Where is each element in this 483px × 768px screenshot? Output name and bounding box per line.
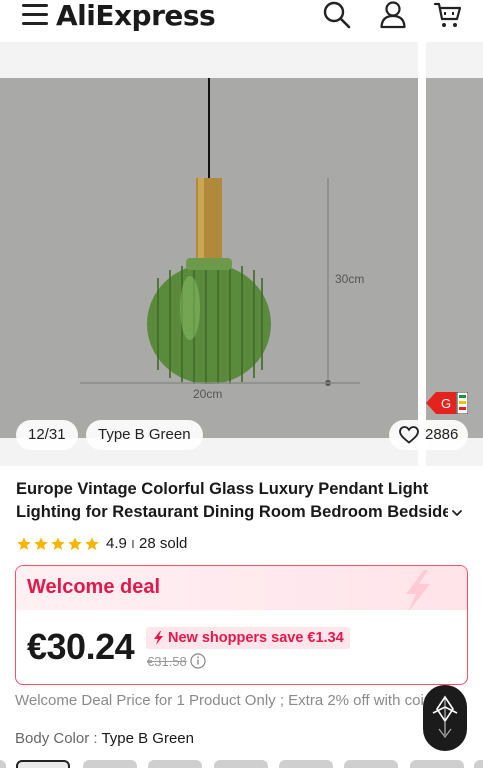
star-icon (68, 536, 82, 550)
gallery-divider (418, 42, 426, 466)
aliexpress-logo[interactable]: AliExpress (56, 0, 216, 32)
body-color-row: Body Color : Type B Green (15, 730, 194, 747)
color-swatch-row (0, 760, 483, 768)
cart-icon[interactable] (433, 0, 463, 30)
product-title-line2: Lighting for Restaurant Dining Room Bedr… (16, 503, 448, 521)
lightning-icon (154, 631, 163, 645)
color-swatch[interactable] (474, 760, 483, 768)
menu-icon[interactable] (22, 4, 48, 26)
dimension-height-label: 30cm (335, 272, 364, 286)
rating-row[interactable]: 4.9 ı 28 sold (16, 535, 187, 552)
welcome-deal-title: Welcome deal (27, 576, 161, 598)
new-shopper-badge: New shoppers save €1.34 (146, 627, 350, 649)
gallery-top-strip (0, 42, 483, 78)
product-title[interactable]: Europe Vintage Colorful Glass Luxury Pen… (16, 478, 468, 524)
assistant-logo-icon (432, 695, 458, 738)
chevron-down-icon[interactable] (450, 506, 464, 520)
info-icon[interactable] (190, 653, 206, 669)
logo-text: AliExpress (56, 0, 216, 32)
color-swatch[interactable] (279, 760, 333, 768)
color-swatch[interactable] (410, 760, 464, 768)
color-swatch[interactable] (83, 760, 137, 768)
star-icon (51, 536, 65, 550)
body-color-label: Body Color : (15, 730, 102, 747)
new-shopper-save-text: New shoppers save €1.34 (168, 630, 344, 646)
product-title-line1: Europe Vintage Colorful Glass Luxury Pen… (16, 480, 429, 498)
search-icon[interactable] (322, 0, 352, 30)
star-icon (34, 536, 48, 550)
welcome-deal-header: Welcome deal (16, 566, 467, 612)
top-header: AliExpress (0, 0, 483, 42)
color-swatch[interactable] (344, 760, 398, 768)
variant-pill-text: Type B Green (98, 426, 191, 443)
product-image[interactable]: 30cm 20cm (0, 78, 418, 438)
original-price: €31.58 (147, 654, 187, 669)
star-rating (16, 536, 100, 552)
product-page: AliExpress 30cm 20cm 12/31 Type B Green … (0, 0, 483, 768)
rating-separator: ı (130, 535, 136, 552)
welcome-deal-box[interactable]: Welcome deal €30.24 New shoppers save €1… (15, 565, 468, 685)
dimension-width-label: 20cm (193, 387, 222, 401)
color-swatch[interactable] (148, 760, 202, 768)
sold-count: 28 sold (139, 535, 188, 552)
body-color-value: Type B Green (101, 730, 194, 747)
color-swatch-selected[interactable] (16, 760, 70, 768)
color-swatch[interactable] (214, 760, 268, 768)
energy-class-text: G (441, 396, 451, 411)
image-counter: 12/31 (16, 420, 78, 450)
star-icon (85, 536, 99, 550)
floating-assistant-button[interactable] (423, 685, 467, 751)
energy-label-icon[interactable]: G (426, 392, 468, 414)
heart-icon (399, 426, 419, 444)
variant-pill[interactable]: Type B Green (86, 420, 203, 450)
wishlist-count: 2886 (425, 426, 459, 443)
rating-value: 4.9 (106, 535, 127, 552)
sale-price: €30.24 (27, 626, 135, 667)
image-counter-text: 12/31 (28, 426, 66, 443)
wishlist-button[interactable]: 2886 (389, 420, 469, 450)
pendant-lamp-illustration: 30cm 20cm (0, 78, 418, 438)
star-icon (17, 536, 31, 550)
lightning-watermark-icon (406, 570, 430, 612)
next-product-image[interactable] (426, 78, 483, 438)
product-gallery[interactable]: 30cm 20cm 12/31 Type B Green G 2886 (0, 42, 483, 466)
welcome-deal-note: Welcome Deal Price for 1 Product Only ; … (15, 692, 440, 709)
color-swatch[interactable] (0, 760, 6, 768)
account-icon[interactable] (378, 0, 408, 30)
